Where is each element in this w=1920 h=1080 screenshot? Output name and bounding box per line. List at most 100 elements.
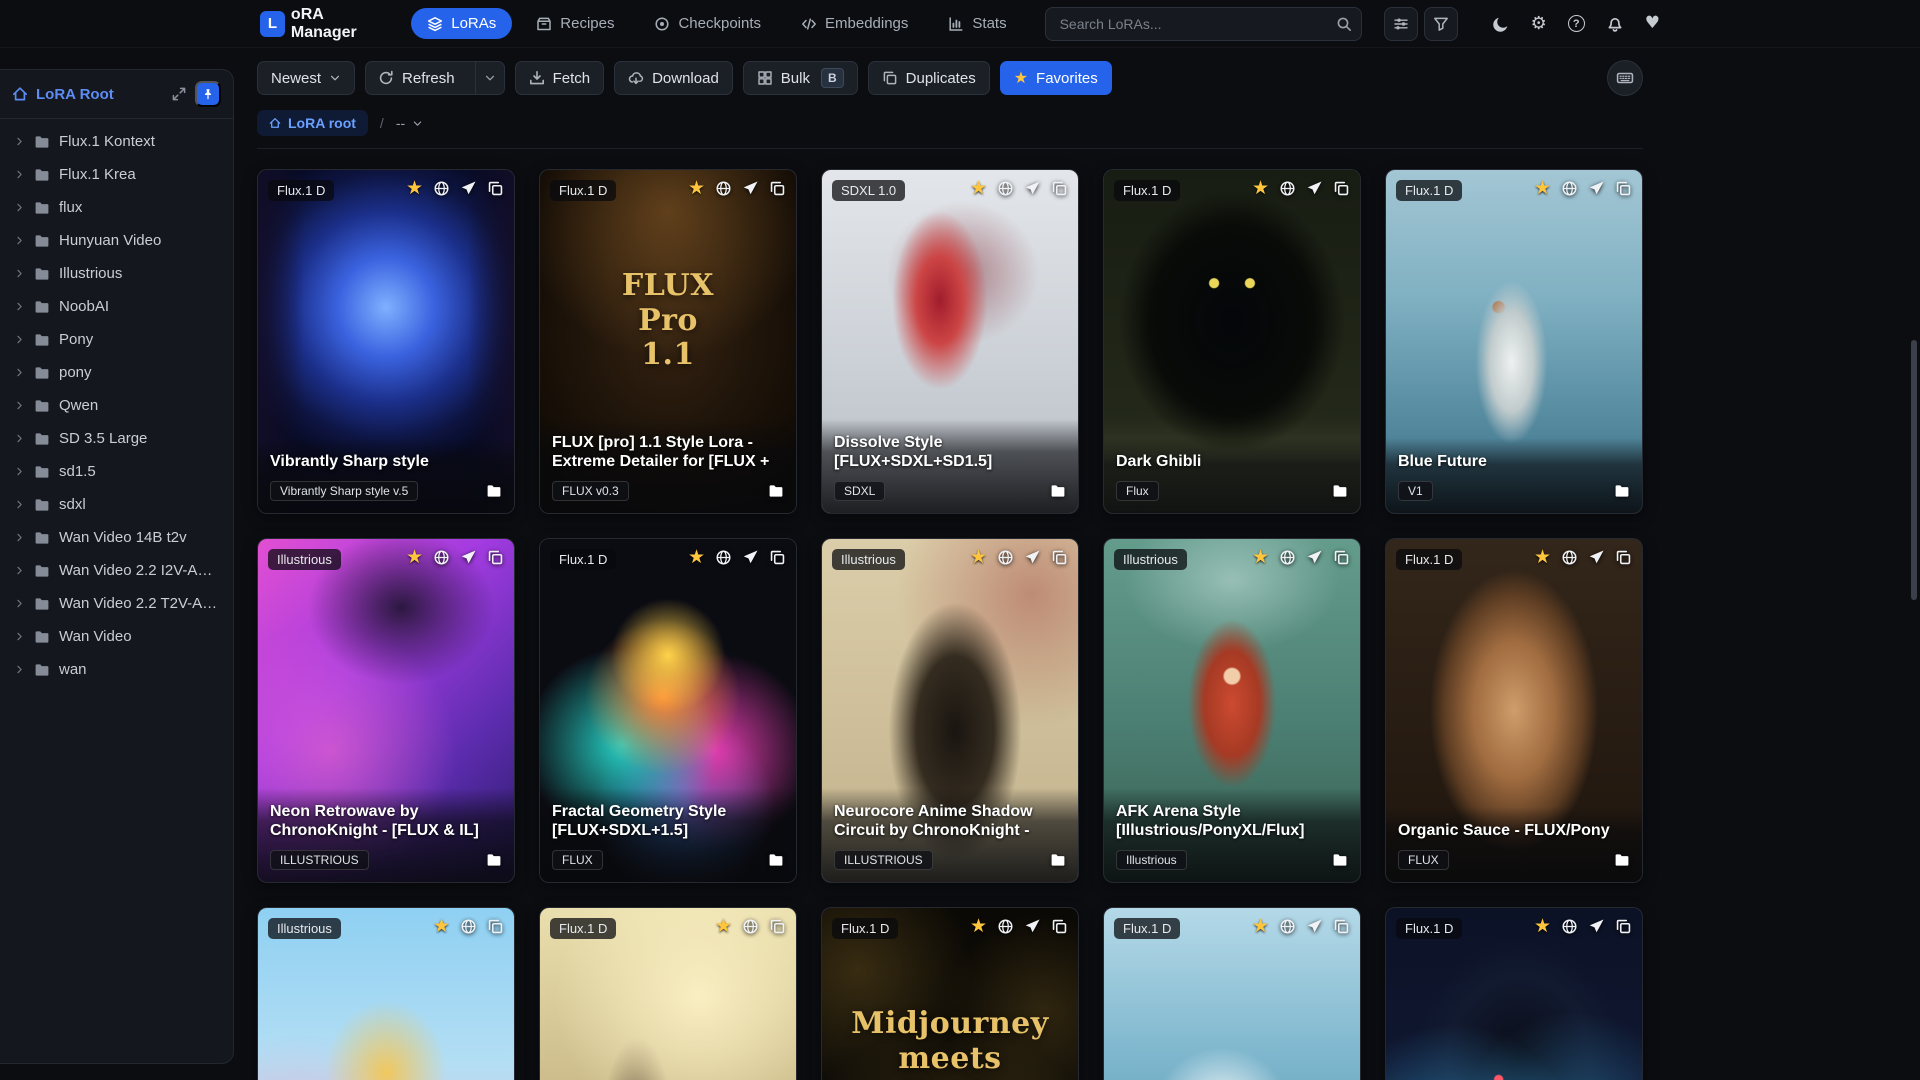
send-icon[interactable]	[1306, 549, 1323, 566]
copy-icon[interactable]	[487, 180, 504, 197]
chevron-right-icon[interactable]	[14, 334, 25, 345]
sidebar-folder-item[interactable]: Flux.1 Kontext	[0, 125, 233, 158]
globe-icon[interactable]	[1279, 549, 1296, 566]
lora-card[interactable]: Illustrious ★ AFK Arena Style [Illustrio…	[1103, 538, 1361, 883]
favorites-heart-icon[interactable]: ♥	[1645, 15, 1660, 32]
copy-icon[interactable]	[487, 549, 504, 566]
send-icon[interactable]	[1588, 549, 1605, 566]
move-to-folder-icon[interactable]	[768, 852, 784, 868]
globe-icon[interactable]	[433, 180, 450, 197]
dark-mode-moon-icon[interactable]	[1492, 15, 1510, 33]
globe-icon[interactable]	[1561, 918, 1578, 935]
pin-sidebar-button[interactable]	[195, 81, 221, 107]
globe-icon[interactable]	[742, 918, 759, 935]
move-to-folder-icon[interactable]	[1614, 483, 1630, 499]
sliders-filter-button[interactable]	[1383, 6, 1418, 41]
favorite-star-icon[interactable]: ★	[970, 548, 987, 567]
globe-icon[interactable]	[997, 180, 1014, 197]
copy-icon[interactable]	[1051, 180, 1068, 197]
send-icon[interactable]	[1024, 918, 1041, 935]
settings-gear-icon[interactable]: ⚙	[1531, 14, 1547, 33]
move-to-folder-icon[interactable]	[1332, 852, 1348, 868]
sidebar-folder-item[interactable]: Flux.1 Krea	[0, 158, 233, 191]
favorite-star-icon[interactable]: ★	[1534, 917, 1551, 936]
lora-card[interactable]: Illustrious ★ Neurocore Anime Shadow Cir…	[821, 538, 1079, 883]
sidebar-folder-item[interactable]: Pony	[0, 323, 233, 356]
favorite-star-icon[interactable]: ★	[970, 179, 987, 198]
send-icon[interactable]	[1588, 180, 1605, 197]
keyboard-shortcuts-button[interactable]	[1607, 60, 1643, 96]
chevron-right-icon[interactable]	[14, 268, 25, 279]
sidebar-folder-item[interactable]: sdxl	[0, 488, 233, 521]
send-icon[interactable]	[1024, 549, 1041, 566]
globe-icon[interactable]	[1561, 549, 1578, 566]
move-to-folder-icon[interactable]	[1050, 852, 1066, 868]
sidebar-folder-item[interactable]: NoobAI	[0, 290, 233, 323]
lora-card[interactable]: Illustrious ★ Neon Retrowave by ChronoKn…	[257, 538, 515, 883]
copy-icon[interactable]	[769, 549, 786, 566]
send-icon[interactable]	[1024, 180, 1041, 197]
nav-tab-embeddings[interactable]: Embeddings	[785, 8, 924, 39]
refresh-dropdown-button[interactable]	[474, 62, 504, 94]
favorite-star-icon[interactable]: ★	[715, 917, 732, 936]
app-logo[interactable]: L oRA Manager	[260, 6, 389, 42]
globe-icon[interactable]	[433, 549, 450, 566]
globe-icon[interactable]	[715, 180, 732, 197]
breadcrumb-root[interactable]: LoRA root	[257, 110, 368, 136]
move-to-folder-icon[interactable]	[486, 852, 502, 868]
fetch-button[interactable]: Fetch	[514, 61, 605, 95]
lora-card[interactable]: Flux.1 D ★ Vibrantly Sharp style Vibrant…	[257, 169, 515, 514]
move-to-folder-icon[interactable]	[1050, 483, 1066, 499]
copy-icon[interactable]	[1333, 549, 1350, 566]
favorite-star-icon[interactable]: ★	[1252, 917, 1269, 936]
favorite-star-icon[interactable]: ★	[1534, 548, 1551, 567]
expand-all-icon[interactable]	[171, 86, 187, 102]
lora-card[interactable]: Flux.1 D ★	[539, 907, 797, 1080]
chevron-right-icon[interactable]	[14, 235, 25, 246]
lora-card[interactable]: Flux.1 D ★ Dark Ghibli Flux	[1103, 169, 1361, 514]
lora-card[interactable]: Midjourney meets FLUX Flux.1 D ★	[821, 907, 1079, 1080]
favorites-filter-button[interactable]: ★ Favorites	[999, 61, 1112, 95]
sidebar-folder-item[interactable]: Wan Video	[0, 620, 233, 653]
favorite-star-icon[interactable]: ★	[970, 917, 987, 936]
lora-card[interactable]: Flux.1 D ★ Organic Sauce - FLUX/Pony FLU…	[1385, 538, 1643, 883]
globe-icon[interactable]	[715, 549, 732, 566]
nav-tab-recipes[interactable]: Recipes	[520, 8, 630, 39]
favorite-star-icon[interactable]: ★	[1252, 179, 1269, 198]
send-icon[interactable]	[742, 549, 759, 566]
send-icon[interactable]	[1306, 180, 1323, 197]
sidebar-folder-item[interactable]: flux	[0, 191, 233, 224]
sidebar-folder-item[interactable]: wan	[0, 653, 233, 686]
chevron-right-icon[interactable]	[14, 202, 25, 213]
duplicates-button[interactable]: Duplicates	[867, 61, 990, 95]
funnel-filter-button[interactable]	[1423, 6, 1458, 41]
lora-card[interactable]: Illustrious ★	[257, 907, 515, 1080]
globe-icon[interactable]	[1561, 180, 1578, 197]
lora-card[interactable]: Flux.1 D ★ Blue Future V1	[1385, 169, 1643, 514]
chevron-right-icon[interactable]	[14, 532, 25, 543]
sidebar-folder-item[interactable]: Wan Video 14B t2v	[0, 521, 233, 554]
copy-icon[interactable]	[1051, 918, 1068, 935]
move-to-folder-icon[interactable]	[486, 483, 502, 499]
chevron-right-icon[interactable]	[14, 466, 25, 477]
move-to-folder-icon[interactable]	[768, 483, 784, 499]
copy-icon[interactable]	[1333, 918, 1350, 935]
nav-tab-loras[interactable]: LoRAs	[411, 8, 513, 39]
chevron-right-icon[interactable]	[14, 499, 25, 510]
globe-icon[interactable]	[1279, 918, 1296, 935]
favorite-star-icon[interactable]: ★	[688, 179, 705, 198]
copy-icon[interactable]	[1615, 918, 1632, 935]
lora-card[interactable]: FLUX Pro 1.1 Flux.1 D ★ FLUX [pro] 1.1 S…	[539, 169, 797, 514]
chevron-right-icon[interactable]	[14, 631, 25, 642]
lora-card[interactable]: Flux.1 D ★ Fractal Geometry Style [FLUX+…	[539, 538, 797, 883]
favorite-star-icon[interactable]: ★	[433, 917, 450, 936]
move-to-folder-icon[interactable]	[1614, 852, 1630, 868]
copy-icon[interactable]	[769, 918, 786, 935]
breadcrumb-current[interactable]: --	[396, 115, 423, 131]
sort-select[interactable]: Newest	[257, 61, 356, 95]
chevron-right-icon[interactable]	[14, 136, 25, 147]
sidebar-folder-item[interactable]: Wan Video 2.2 I2V-A14B	[0, 554, 233, 587]
globe-icon[interactable]	[997, 549, 1014, 566]
page-scrollbar-thumb[interactable]	[1911, 340, 1917, 600]
favorite-star-icon[interactable]: ★	[688, 548, 705, 567]
